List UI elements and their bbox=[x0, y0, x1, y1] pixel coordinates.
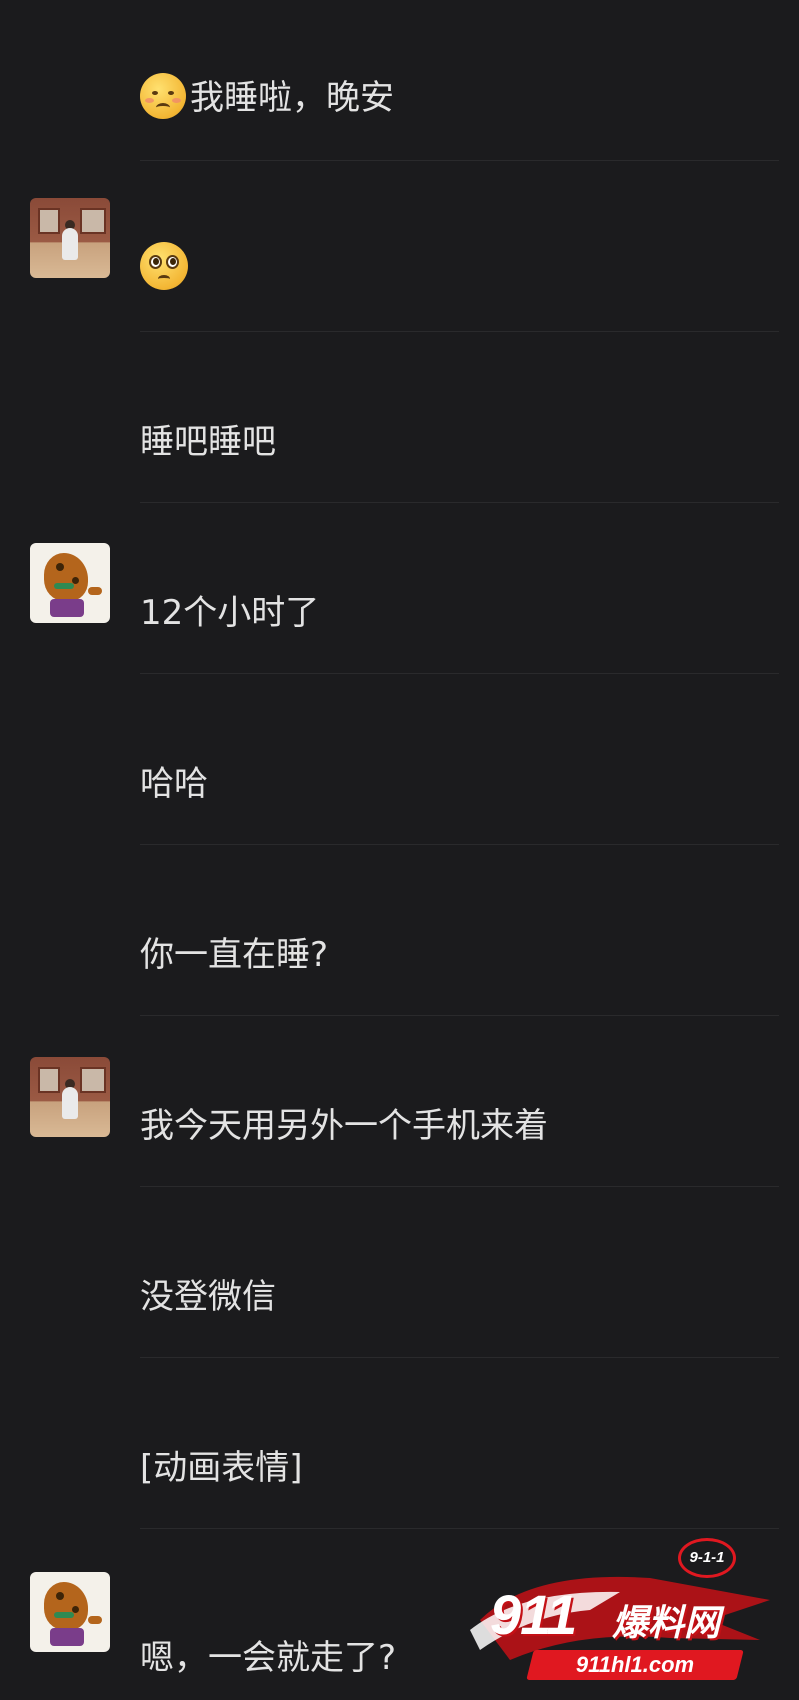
message-text bbox=[140, 242, 188, 301]
message-text: 你一直在睡? bbox=[140, 935, 329, 975]
watermark-logo: 9-1-1 911 爆料网 911hl1.com bbox=[470, 1530, 790, 1680]
message-item[interactable]: 我睡啦，晚安 bbox=[140, 0, 779, 161]
message-item[interactable]: 我今天用另外一个手机来着 bbox=[140, 1016, 779, 1187]
message-text-content: 我睡啦，晚安 bbox=[190, 77, 394, 118]
chat-history: 我睡啦，晚安 睡吧睡吧 12个小时了 哈哈 你一直在睡? 我今天用另外一个手机来… bbox=[0, 0, 799, 1686]
message-item[interactable]: 没登微信 bbox=[140, 1187, 779, 1358]
message-item[interactable] bbox=[140, 161, 779, 332]
message-text: 我今天用另外一个手机来着 bbox=[140, 1106, 548, 1146]
message-text: 哈哈 bbox=[140, 764, 208, 804]
avatar[interactable] bbox=[30, 1572, 110, 1652]
logo-name: 爆料网 bbox=[612, 1603, 721, 1644]
logo-url: 911hl1.com bbox=[575, 1652, 695, 1677]
message-item[interactable]: 睡吧睡吧 bbox=[140, 332, 779, 503]
message-item[interactable]: [动画表情] bbox=[140, 1358, 779, 1529]
logo-number: 911 bbox=[490, 1583, 577, 1646]
avatar[interactable] bbox=[30, 1057, 110, 1137]
message-text: 嗯，一会就走了? bbox=[140, 1638, 397, 1678]
message-item[interactable]: 你一直在睡? bbox=[140, 845, 779, 1016]
pleading-face-icon bbox=[140, 242, 188, 290]
message-text: 没登微信 bbox=[140, 1277, 276, 1317]
avatar[interactable] bbox=[30, 198, 110, 278]
tired-face-icon bbox=[140, 73, 186, 119]
message-text: 睡吧睡吧 bbox=[140, 422, 276, 462]
message-item[interactable]: 哈哈 bbox=[140, 674, 779, 845]
message-text: [动画表情] bbox=[140, 1448, 303, 1488]
message-item[interactable]: 12个小时了 bbox=[140, 503, 779, 674]
message-text: 我睡啦，晚安 bbox=[140, 73, 394, 123]
avatar[interactable] bbox=[30, 543, 110, 623]
message-text: 12个小时了 bbox=[140, 593, 320, 633]
logo-badge: 9-1-1 bbox=[678, 1538, 736, 1578]
